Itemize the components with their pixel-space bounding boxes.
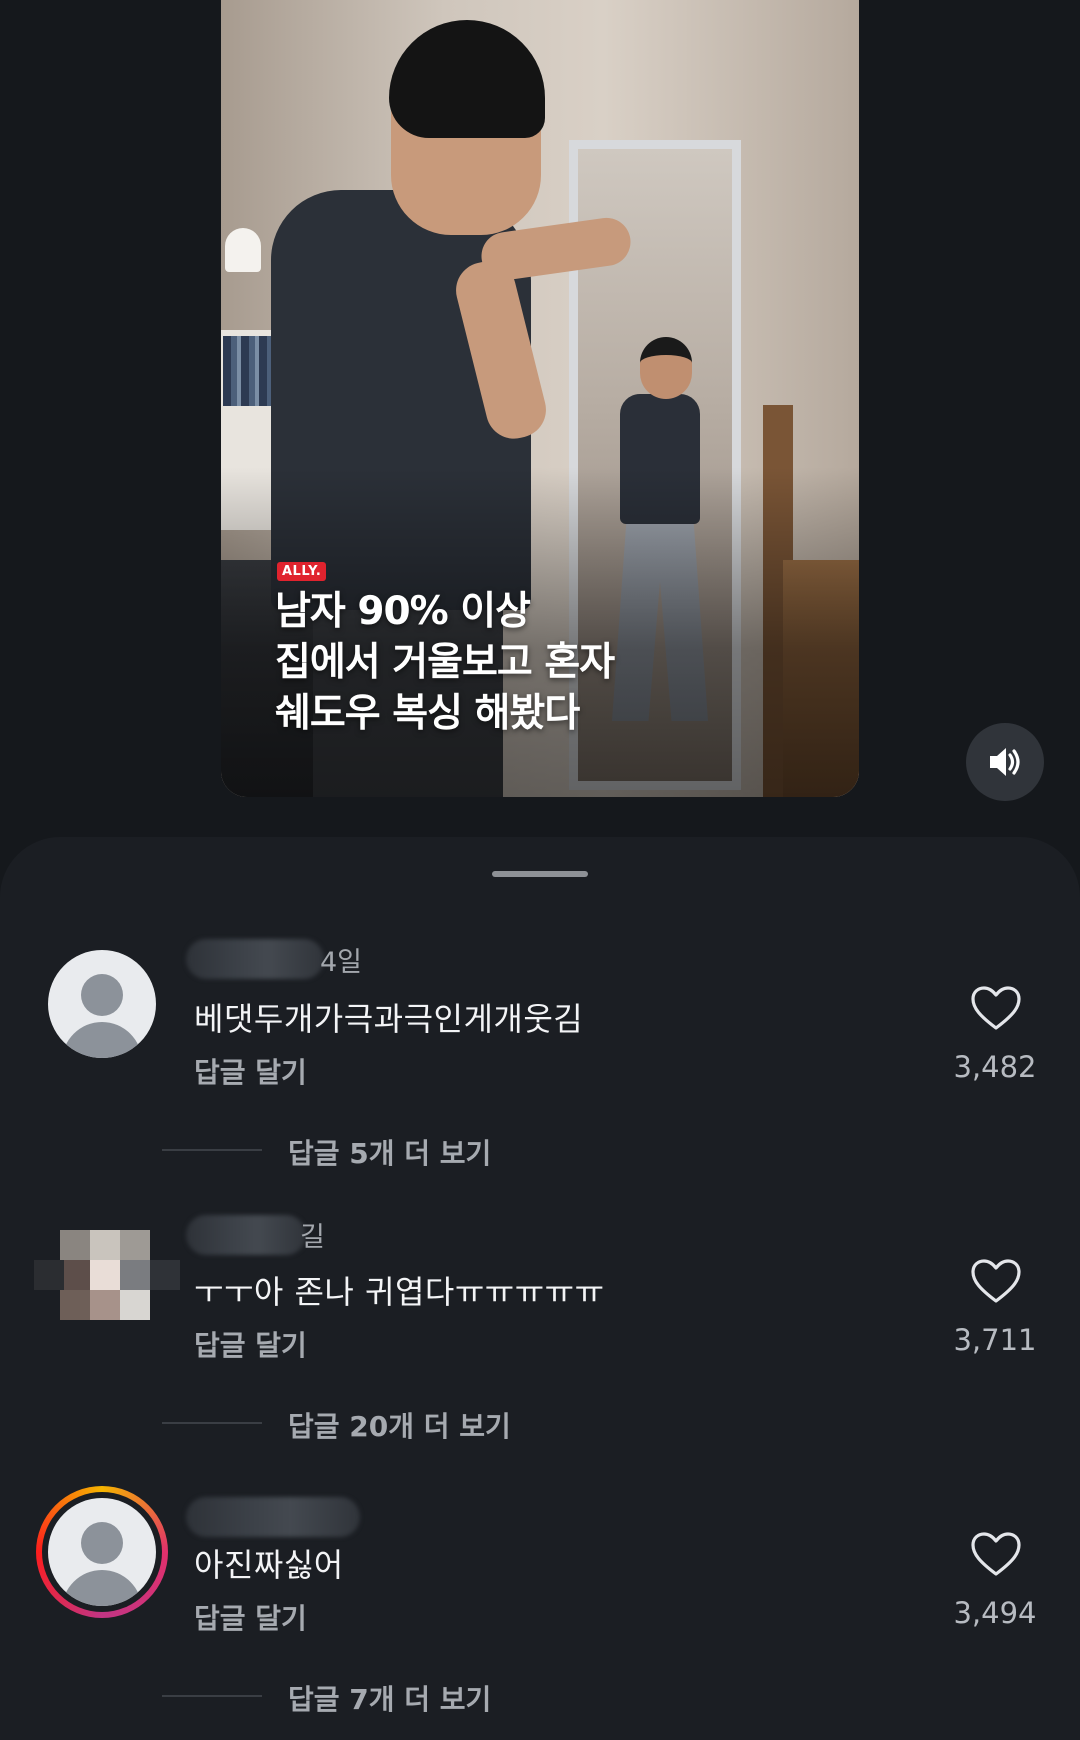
heart-icon[interactable]	[970, 1258, 1022, 1304]
like-count: 3,482	[953, 1050, 1037, 1084]
comment-text: 아진짜싫어	[194, 1546, 344, 1584]
comment-text: 베댓두개가극과극인게개웃김	[194, 1000, 584, 1038]
like-count: 3,494	[953, 1596, 1037, 1630]
reply-button[interactable]: 답글 달기	[194, 1597, 307, 1637]
video-preview[interactable]: ALLY. 남자 90% 이상 집에서 거울보고 혼자 쉐도우 복싱 해봤다	[221, 0, 859, 797]
drag-handle[interactable]	[492, 871, 588, 877]
avatar[interactable]	[48, 950, 156, 1058]
view-more-replies[interactable]: 답글 7개 더 보기	[288, 1678, 491, 1718]
avatar-story-ring[interactable]	[36, 1486, 168, 1618]
like-count: 3,711	[953, 1323, 1037, 1357]
divider	[162, 1149, 262, 1151]
username-blurred[interactable]	[186, 1497, 360, 1537]
divider	[162, 1695, 262, 1697]
lamp	[225, 228, 261, 272]
divider	[162, 1422, 262, 1424]
brand-badge: ALLY.	[277, 562, 327, 581]
comment-text: ㅜㅜ아 존나 귀엽다ㅠㅠㅠㅠㅠ	[194, 1273, 605, 1311]
reply-button[interactable]: 답글 달기	[194, 1324, 307, 1364]
volume-button[interactable]	[966, 723, 1044, 801]
speaker-icon	[990, 748, 1020, 776]
comment-time: 길	[300, 1222, 325, 1253]
heart-icon[interactable]	[970, 1531, 1022, 1577]
caption-line: 남자 90% 이상	[275, 589, 531, 634]
video-caption: 남자 90% 이상 집에서 거울보고 혼자 쉐도우 복싱 해봤다	[275, 586, 835, 739]
username-blurred[interactable]	[186, 939, 324, 979]
view-more-replies[interactable]: 답글 5개 더 보기	[288, 1132, 491, 1172]
comments-sheet: 4일 베댓두개가극과극인게개웃김 답글 달기 3,482 답글 5개 더 보기 …	[0, 837, 1080, 1740]
heart-icon[interactable]	[970, 985, 1022, 1031]
view-more-replies[interactable]: 답글 20개 더 보기	[288, 1405, 511, 1445]
username-blurred[interactable]	[186, 1215, 306, 1255]
caption-line: 쉐도우 복싱 해봤다	[275, 691, 580, 736]
comment-time: 4일	[320, 947, 363, 978]
reply-button[interactable]: 답글 달기	[194, 1051, 307, 1091]
avatar[interactable]	[34, 1230, 184, 1350]
caption-line: 집에서 거울보고 혼자	[275, 640, 615, 685]
